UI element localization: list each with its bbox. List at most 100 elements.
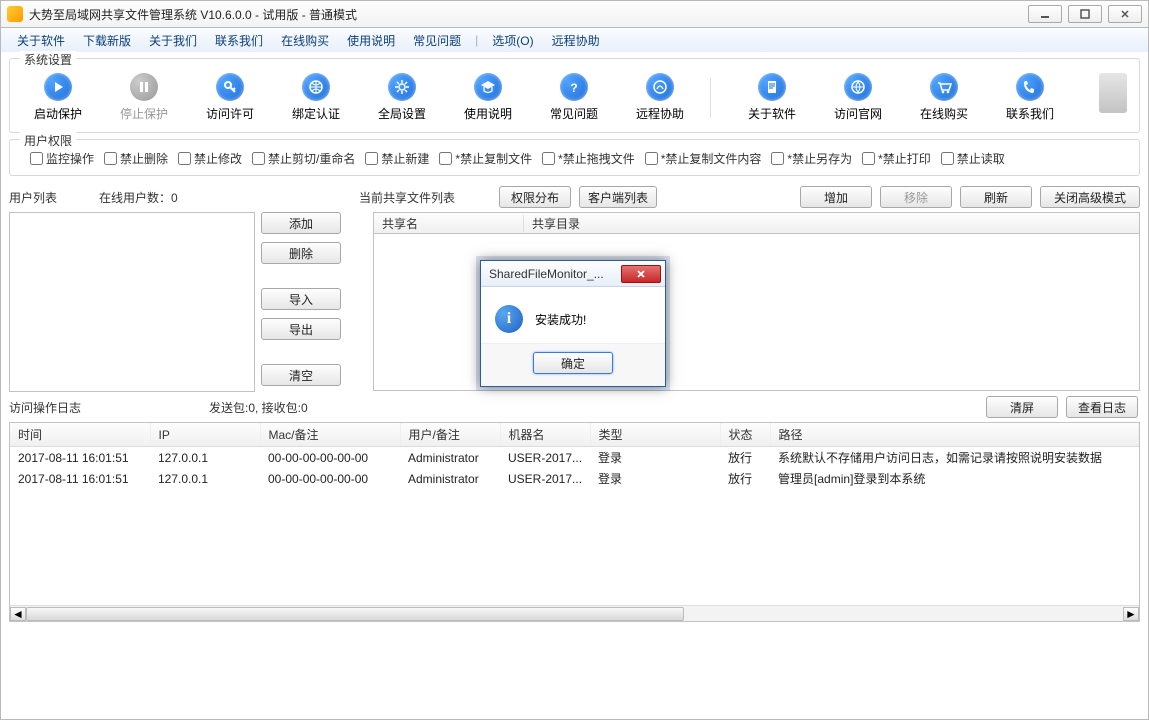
perm-checkbox[interactable] xyxy=(365,152,378,165)
tool-label: 访问官网 xyxy=(822,105,894,122)
tool-remote[interactable]: 远程协助 xyxy=(624,73,696,122)
share-col-dir[interactable]: 共享目录 xyxy=(524,215,588,232)
online-prefix: 在线用户数： xyxy=(99,191,171,205)
cart-icon xyxy=(930,73,958,101)
side-clear-button[interactable]: 清空 xyxy=(261,364,341,386)
menu-manual[interactable]: 使用说明 xyxy=(341,30,401,51)
tool-label: 联系我们 xyxy=(994,105,1066,122)
client-list-button[interactable]: 客户端列表 xyxy=(579,186,657,208)
refresh-button[interactable]: 刷新 xyxy=(960,186,1032,208)
add-button[interactable]: 增加 xyxy=(800,186,872,208)
perm-禁止剪切/重命名[interactable]: 禁止剪切/重命名 xyxy=(252,150,355,167)
horizontal-scrollbar[interactable]: ◄ ► xyxy=(10,605,1139,621)
log-col-0[interactable]: 时间 xyxy=(10,423,150,447)
tool-phone[interactable]: 联系我们 xyxy=(994,73,1066,122)
perm-*禁止另存为[interactable]: *禁止另存为 xyxy=(771,150,852,167)
menu-faq[interactable]: 常见问题 xyxy=(407,30,467,51)
perm-checkbox[interactable] xyxy=(862,152,875,165)
menu-contact[interactable]: 联系我们 xyxy=(209,30,269,51)
log-cell-time: 2017-08-11 16:01:51 xyxy=(10,468,150,489)
log-col-7[interactable]: 路径 xyxy=(770,423,1138,447)
menu-about-us[interactable]: 关于我们 xyxy=(143,30,203,51)
tool-doc[interactable]: 关于软件 xyxy=(736,73,808,122)
scroll-left-arrow[interactable]: ◄ xyxy=(10,607,26,621)
tool-pause[interactable]: 停止保护 xyxy=(108,73,180,122)
perm-label: *禁止打印 xyxy=(878,150,931,167)
perm-checkbox[interactable] xyxy=(252,152,265,165)
tool-label: 访问许可 xyxy=(194,105,266,122)
tool-grad[interactable]: 使用说明 xyxy=(452,73,524,122)
side-export-button[interactable]: 导出 xyxy=(261,318,341,340)
perm-*禁止打印[interactable]: *禁止打印 xyxy=(862,150,931,167)
perm-label: 禁止剪切/重命名 xyxy=(268,150,355,167)
log-col-1[interactable]: IP xyxy=(150,423,260,447)
perm-*禁止拖拽文件[interactable]: *禁止拖拽文件 xyxy=(542,150,635,167)
pause-icon xyxy=(130,73,158,101)
perm-*禁止复制文件[interactable]: *禁止复制文件 xyxy=(439,150,532,167)
menu-remote[interactable]: 远程协助 xyxy=(546,30,606,51)
perm-label: *禁止复制文件 xyxy=(455,150,532,167)
svg-text:?: ? xyxy=(570,81,577,95)
menu-options[interactable]: 选项(O) xyxy=(486,30,539,51)
perm-checkbox[interactable] xyxy=(645,152,658,165)
clear-screen-button[interactable]: 清屏 xyxy=(986,396,1058,418)
perm-checkbox[interactable] xyxy=(771,152,784,165)
log-col-3[interactable]: 用户/备注 xyxy=(400,423,500,447)
tool-key[interactable]: 访问许可 xyxy=(194,73,266,122)
menubar: 关于软件 下载新版 关于我们 联系我们 在线购买 使用说明 常见问题 | 选项(… xyxy=(0,28,1149,52)
log-col-6[interactable]: 状态 xyxy=(720,423,770,447)
dialog-close-button[interactable] xyxy=(621,265,661,283)
view-log-button[interactable]: 查看日志 xyxy=(1066,396,1138,418)
play-icon xyxy=(44,73,72,101)
share-table-header: 共享名 共享目录 xyxy=(373,212,1140,234)
close-button[interactable] xyxy=(1108,5,1142,23)
menu-buy[interactable]: 在线购买 xyxy=(275,30,335,51)
perm-禁止修改[interactable]: 禁止修改 xyxy=(178,150,242,167)
maximize-button[interactable] xyxy=(1068,5,1102,23)
packets-label: 发送包:0, 接收包:0 xyxy=(209,399,308,416)
close-advanced-button[interactable]: 关闭高级模式 xyxy=(1040,186,1140,208)
perm-*禁止复制文件内容[interactable]: *禁止复制文件内容 xyxy=(645,150,762,167)
perm-禁止读取[interactable]: 禁止读取 xyxy=(941,150,1005,167)
side-import-button[interactable]: 导入 xyxy=(261,288,341,310)
minimize-button[interactable] xyxy=(1028,5,1062,23)
tool-cart[interactable]: 在线购买 xyxy=(908,73,980,122)
perm-checkbox[interactable] xyxy=(30,152,43,165)
log-row[interactable]: 2017-08-11 16:01:51127.0.0.100-00-00-00-… xyxy=(10,468,1139,489)
menu-download[interactable]: 下载新版 xyxy=(77,30,137,51)
perm-checkbox[interactable] xyxy=(439,152,452,165)
dialog-ok-button[interactable]: 确定 xyxy=(533,352,613,374)
perm-checkbox[interactable] xyxy=(178,152,191,165)
menu-about-software[interactable]: 关于软件 xyxy=(11,30,71,51)
side-delete-button[interactable]: 删除 xyxy=(261,242,341,264)
perm-checkbox[interactable] xyxy=(104,152,117,165)
perm-checkbox[interactable] xyxy=(542,152,555,165)
perm-禁止删除[interactable]: 禁止删除 xyxy=(104,150,168,167)
dialog-titlebar[interactable]: SharedFileMonitor_... xyxy=(481,261,665,287)
perm-禁止新建[interactable]: 禁止新建 xyxy=(365,150,429,167)
titlebar: 大势至局域网共享文件管理系统 V10.6.0.0 - 试用版 - 普通模式 xyxy=(0,0,1149,28)
perm-dist-button[interactable]: 权限分布 xyxy=(499,186,571,208)
perm-checkbox[interactable] xyxy=(941,152,954,165)
log-col-5[interactable]: 类型 xyxy=(590,423,720,447)
remove-button[interactable]: 移除 xyxy=(880,186,952,208)
perm-监控操作[interactable]: 监控操作 xyxy=(30,150,94,167)
scroll-right-arrow[interactable]: ► xyxy=(1123,607,1139,621)
userlist-label: 用户列表 xyxy=(9,189,99,206)
online-count: 0 xyxy=(171,191,178,205)
scroll-thumb[interactable] xyxy=(26,607,684,621)
log-col-2[interactable]: Mac/备注 xyxy=(260,423,400,447)
log-table-body: 2017-08-11 16:01:51127.0.0.100-00-00-00-… xyxy=(10,447,1139,490)
share-col-name[interactable]: 共享名 xyxy=(374,215,524,232)
user-list[interactable] xyxy=(9,212,255,392)
tool-help[interactable]: ?常见问题 xyxy=(538,73,610,122)
tool-ie[interactable]: 访问官网 xyxy=(822,73,894,122)
tool-gear[interactable]: 全局设置 xyxy=(366,73,438,122)
log-row[interactable]: 2017-08-11 16:01:51127.0.0.100-00-00-00-… xyxy=(10,447,1139,469)
tool-play[interactable]: 启动保护 xyxy=(22,73,94,122)
log-col-4[interactable]: 机器名 xyxy=(500,423,590,447)
side-add-button[interactable]: 添加 xyxy=(261,212,341,234)
log-cell-host: USER-2017... xyxy=(500,447,590,469)
mid-header-row: 用户列表 在线用户数：0 当前共享文件列表 权限分布 客户端列表 增加 移除 刷… xyxy=(9,182,1140,212)
tool-globe[interactable]: 绑定认证 xyxy=(280,73,352,122)
